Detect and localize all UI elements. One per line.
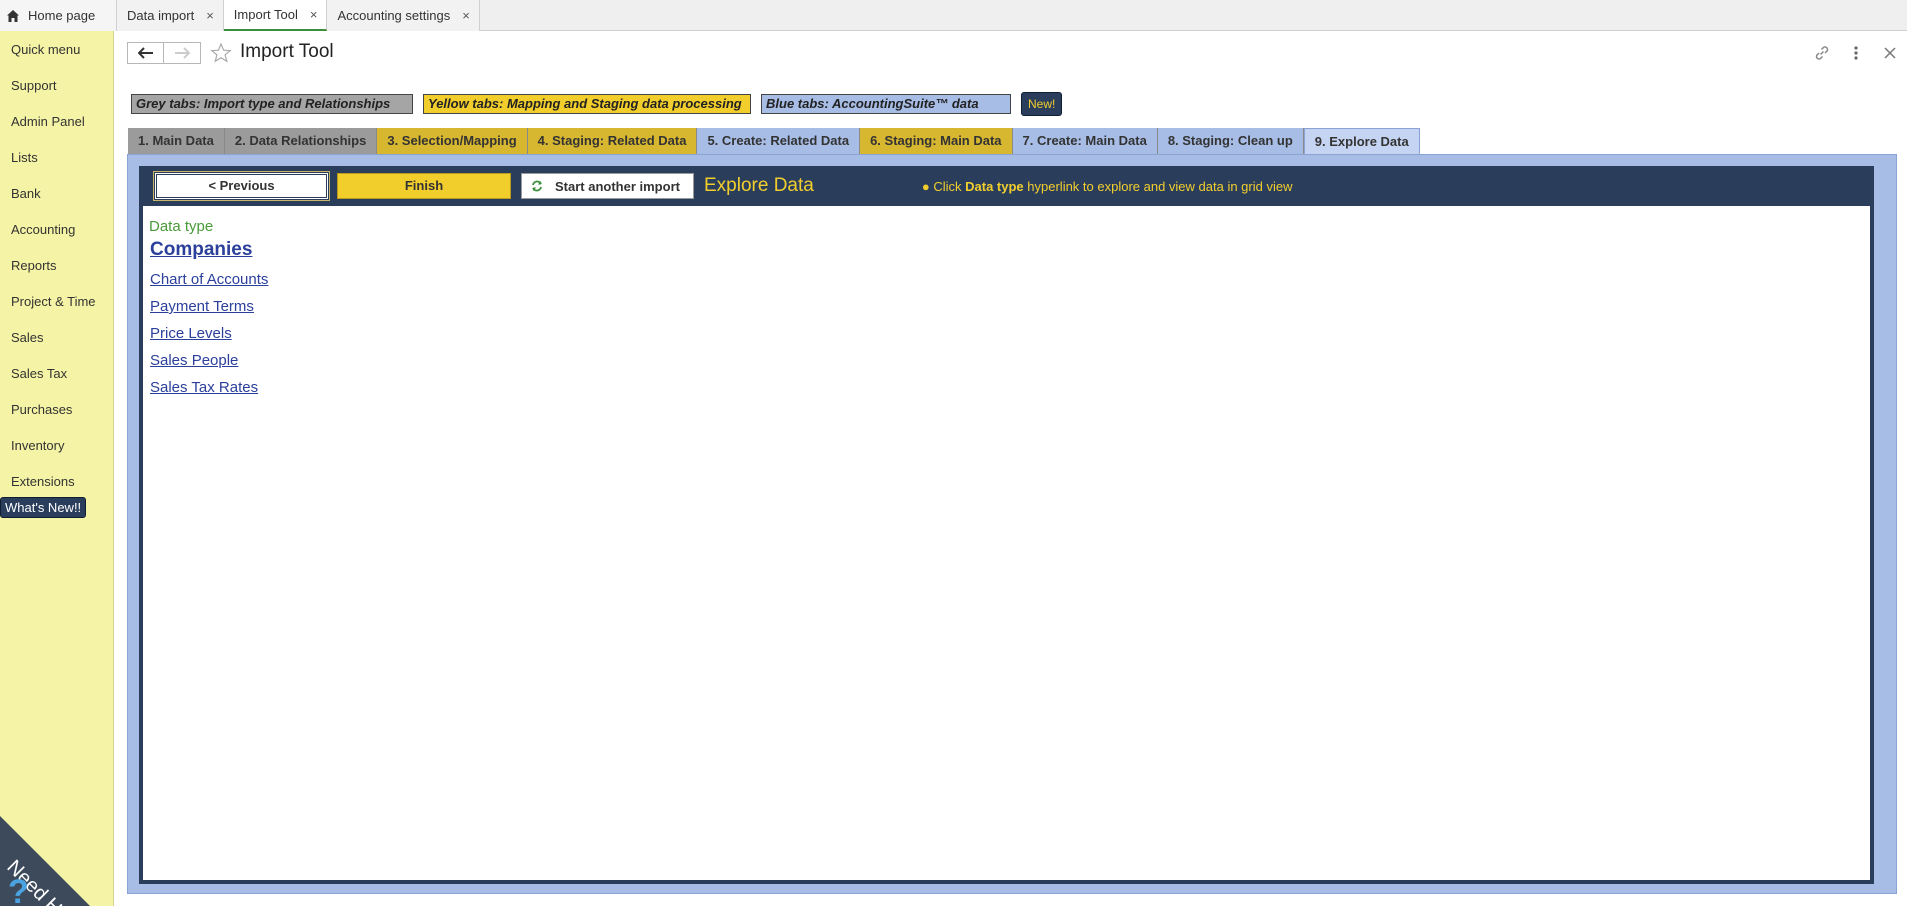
data-type-label: Data type (149, 218, 214, 235)
refresh-icon (532, 180, 542, 192)
explore-panel-inner: < Previous Finish Start another import E… (139, 166, 1874, 884)
link-companies[interactable]: Companies (150, 239, 1864, 261)
sidebar: Quick menu Support Admin Panel Lists Ban… (0, 31, 114, 906)
data-type-list: Data type Companies Chart of Accounts Pa… (143, 206, 1870, 880)
explore-panel: < Previous Finish Start another import E… (127, 154, 1897, 894)
arrow-right-icon (175, 47, 190, 59)
home-tab[interactable]: Home page (0, 0, 117, 31)
tab-data-import[interactable]: Data import × (117, 0, 224, 31)
back-button[interactable] (127, 42, 164, 64)
link-sales-people[interactable]: Sales People (150, 352, 1864, 369)
sidebar-item-project-time[interactable]: Project & Time (0, 284, 113, 320)
sidebar-item-sales[interactable]: Sales (0, 320, 113, 356)
tab-import-tool[interactable]: Import Tool × (223, 0, 328, 31)
tab-label: Data import (127, 8, 195, 23)
step-tabs: 1. Main Data 2. Data Relationships 3. Se… (128, 128, 1420, 154)
sidebar-item-extensions[interactable]: Extensions (0, 464, 113, 500)
close-icon[interactable]: × (206, 8, 214, 23)
link-sales-tax-rates[interactable]: Sales Tax Rates (150, 379, 1864, 396)
tab-label: Import Tool (233, 7, 298, 22)
legend-blue: Blue tabs: AccountingSuite™ data (761, 94, 1011, 114)
whats-new-button[interactable]: What's New!! (0, 497, 87, 518)
close-icon[interactable]: × (462, 8, 470, 23)
step-tab-3[interactable]: 3. Selection/Mapping (377, 128, 528, 154)
legend-grey: Grey tabs: Import type and Relationships (131, 94, 413, 114)
top-tab-bar: Home page Data import × Import Tool × Ac… (0, 0, 1907, 31)
sidebar-item-quick-menu[interactable]: Quick menu (0, 32, 113, 68)
step-tab-9[interactable]: 9. Explore Data (1303, 128, 1420, 154)
panel-toolbar: < Previous Finish Start another import E… (139, 166, 1874, 206)
bullet-icon: ● (921, 178, 930, 194)
sidebar-item-bank[interactable]: Bank (0, 176, 113, 212)
hint-text-bold: Data type (965, 178, 1024, 194)
link-price-levels[interactable]: Price Levels (150, 325, 1864, 342)
step-tab-5[interactable]: 5. Create: Related Data (697, 128, 861, 154)
header-actions (1813, 44, 1899, 62)
start-another-import-label: Start another import (555, 178, 680, 194)
home-tab-label: Home page (28, 8, 96, 23)
page-title: Import Tool (240, 41, 334, 62)
close-icon[interactable]: × (310, 7, 318, 22)
sidebar-item-sales-tax[interactable]: Sales Tax (0, 356, 113, 392)
home-icon (7, 9, 19, 22)
step-tab-4[interactable]: 4. Staging: Related Data (527, 128, 698, 154)
need-help-icon: Need Help ? (0, 816, 90, 906)
arrow-left-icon (137, 47, 153, 59)
hint-text-post: hyperlink to explore and view data in gr… (1027, 178, 1293, 194)
forward-button[interactable] (164, 42, 201, 64)
explore-data-title: Explore Data (704, 175, 814, 196)
legend-yellow: Yellow tabs: Mapping and Staging data pr… (423, 94, 751, 114)
nav-buttons (127, 42, 201, 64)
favorite-star-icon[interactable] (210, 42, 232, 64)
sidebar-item-lists[interactable]: Lists (0, 140, 113, 176)
legend: Grey tabs: Import type and Relationships… (131, 92, 1063, 116)
svg-text:?: ? (8, 873, 29, 906)
step-tab-2[interactable]: 2. Data Relationships (224, 128, 378, 154)
new-button[interactable]: New! (1021, 92, 1063, 116)
explore-hint: ● Click Data type hyperlink to explore a… (922, 179, 1293, 194)
sidebar-item-admin-panel[interactable]: Admin Panel (0, 104, 113, 140)
step-tab-8[interactable]: 8. Staging: Clean up (1157, 128, 1304, 154)
finish-button[interactable]: Finish (337, 173, 511, 199)
sidebar-item-support[interactable]: Support (0, 68, 113, 104)
sidebar-item-reports[interactable]: Reports (0, 248, 113, 284)
link-payment-terms[interactable]: Payment Terms (150, 298, 1864, 315)
step-tab-6[interactable]: 6. Staging: Main Data (860, 128, 1013, 154)
step-tab-7[interactable]: 7. Create: Main Data (1012, 128, 1158, 154)
sidebar-item-accounting[interactable]: Accounting (0, 212, 113, 248)
start-another-import-button[interactable]: Start another import (521, 173, 694, 199)
need-help-ribbon[interactable]: Need Help ? (0, 786, 100, 906)
sidebar-item-purchases[interactable]: Purchases (0, 392, 113, 428)
tab-label: Accounting settings (337, 8, 451, 23)
link-icon[interactable] (1813, 44, 1831, 62)
close-window-icon[interactable] (1881, 44, 1899, 62)
previous-button[interactable]: < Previous (153, 171, 330, 201)
sidebar-item-inventory[interactable]: Inventory (0, 428, 113, 464)
step-tab-1[interactable]: 1. Main Data (128, 128, 225, 154)
hint-text-pre: Click (933, 178, 962, 194)
link-chart-of-accounts[interactable]: Chart of Accounts (150, 271, 1864, 288)
tab-accounting-settings[interactable]: Accounting settings × (327, 0, 480, 31)
more-vertical-icon[interactable] (1847, 44, 1865, 62)
